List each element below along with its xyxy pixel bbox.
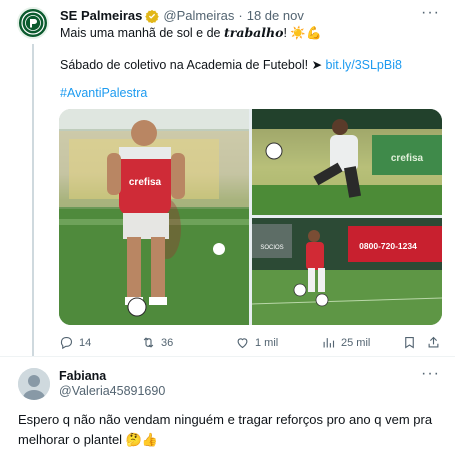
palmeiras-crest-icon [21, 11, 45, 35]
author-name[interactable]: SE Palmeiras [60, 8, 142, 23]
tweet-actions: 14 36 1 mil 25 mil [59, 335, 444, 351]
author-handle[interactable]: @Palmeiras [163, 8, 234, 23]
retweet-count: 36 [161, 336, 174, 349]
more-options-icon[interactable]: ··· [421, 4, 440, 22]
text-suffix: ! ☀️💪 [283, 26, 322, 40]
text-bold-word: trabalho [223, 25, 284, 40]
photo-1[interactable]: crefisa [59, 109, 249, 325]
user-silhouette-icon [18, 368, 50, 400]
bookmark-action[interactable] [402, 335, 417, 350]
share-action[interactable] [426, 335, 441, 350]
reply-action[interactable]: 14 [59, 335, 91, 350]
retweet-icon [143, 337, 154, 348]
photo-2-scene: crefisa [252, 109, 442, 215]
like-action[interactable]: 1 mil [235, 335, 278, 350]
reply-author-name[interactable]: Fabiana [59, 369, 106, 383]
separator-dot: · [238, 8, 243, 23]
text-line2: Sábado de coletivo na Academia de Futebo… [60, 58, 326, 72]
share-icon [428, 336, 439, 348]
default-avatar[interactable] [18, 368, 50, 400]
photo-3[interactable]: SOCIOS 0800-720-1234 [252, 218, 442, 325]
photo-2[interactable]: crefisa [252, 109, 442, 215]
verified-badge-icon [145, 9, 160, 23]
views-count: 25 mil [341, 336, 371, 349]
thread-line [32, 44, 34, 356]
photo-1-sponsor: crefisa [129, 177, 162, 188]
photo-3-logo-text: SOCIOS [260, 245, 283, 251]
reply-text: Espero q não não vendam ninguém e tragar… [18, 412, 433, 447]
heart-icon [237, 338, 248, 349]
reply-more-options-icon[interactable]: ··· [421, 365, 440, 383]
views-action[interactable]: 25 mil [321, 335, 370, 350]
photo-1-scene: crefisa [59, 109, 249, 325]
text-prefix: Mais uma manhã de sol e de [60, 26, 224, 40]
photo-2-sponsor: crefisa [391, 153, 424, 164]
media-grid: crefisa crefisa SOCIOS 0800-720-1234 [59, 109, 442, 325]
reply-author-handle[interactable]: @Valeria45891690 [59, 384, 165, 398]
photo-3-phone-number: 0800-720-1234 [359, 241, 417, 251]
reply-icon [60, 336, 73, 350]
hashtag-link[interactable]: #AvantiPalestra [60, 86, 147, 100]
tweet-header: SE Palmeiras @Palmeiras · 18 de nov [60, 8, 304, 23]
like-count: 1 mil [255, 336, 279, 349]
bookmark-icon [405, 336, 414, 349]
tweet-link[interactable]: bit.ly/3SLpBi8 [326, 58, 402, 72]
tweet-text-line2: Sábado de coletivo na Academia de Futebo… [60, 57, 402, 72]
tweet-date[interactable]: 18 de nov [247, 8, 304, 23]
tweet-text-line1: Mais uma manhã de sol e de trabalho! ☀️💪 [60, 25, 322, 41]
reply-count: 14 [79, 336, 92, 349]
palmeiras-avatar[interactable] [17, 7, 49, 39]
retweet-action[interactable]: 36 [141, 335, 173, 350]
reply-tweet[interactable]: Fabiana @Valeria45891690 ··· Espero q nã… [0, 357, 455, 458]
photo-3-scene: SOCIOS 0800-720-1234 [252, 218, 442, 325]
views-chart-icon [323, 338, 335, 348]
tweet[interactable]: SE Palmeiras @Palmeiras · 18 de nov ··· … [0, 0, 455, 356]
